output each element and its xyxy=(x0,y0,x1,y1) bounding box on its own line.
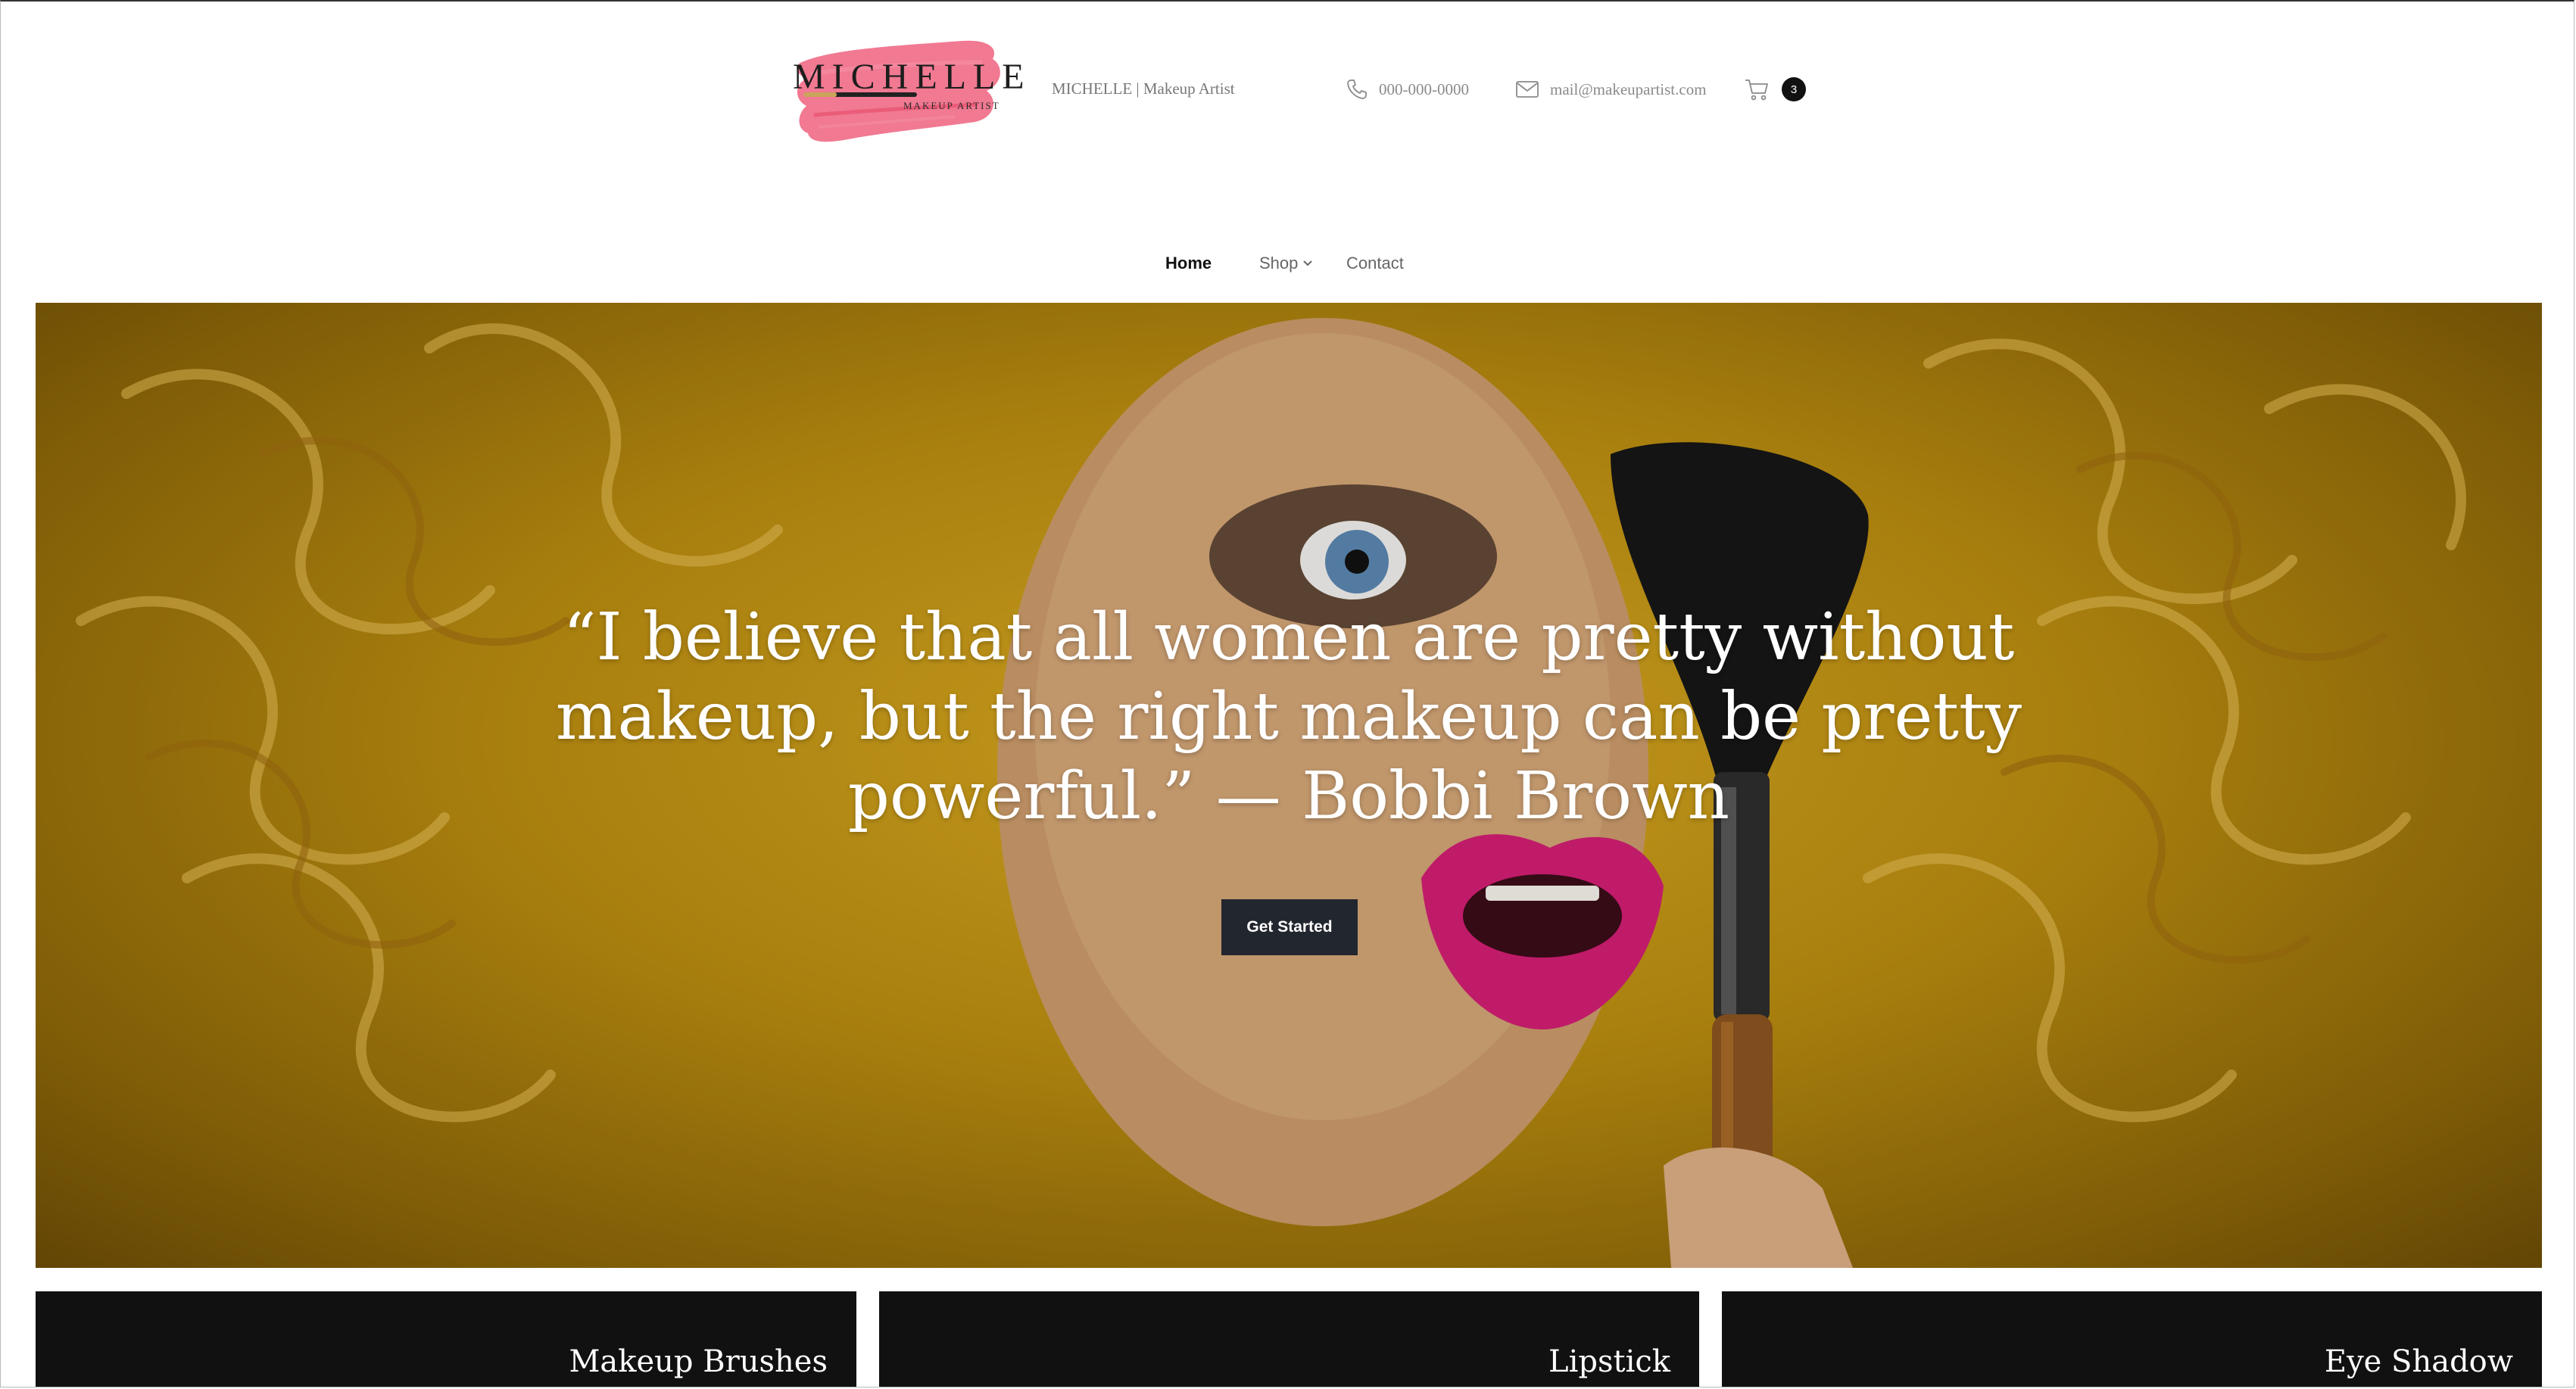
category-card-title: Eye Shadow xyxy=(2324,1344,2513,1379)
nav-item-home[interactable]: Home xyxy=(1165,248,1212,279)
nav-item-shop-label: Shop xyxy=(1259,254,1299,273)
cart-button[interactable]: 3 xyxy=(1744,74,1809,104)
hero-banner: “I believe that all women are pretty wit… xyxy=(36,303,2542,1268)
mail-icon xyxy=(1515,79,1539,99)
category-card-title: Lipstick xyxy=(1548,1344,1670,1379)
chevron-down-icon xyxy=(1303,260,1313,266)
category-card-eye-shadow[interactable]: Eye Shadow xyxy=(1722,1291,2542,1387)
phone-icon xyxy=(1346,78,1368,101)
nav-item-contact[interactable]: Contact xyxy=(1346,248,1404,279)
contact-phone[interactable]: 000-000-0000 xyxy=(1346,74,1469,104)
logo-title: MICHELLE xyxy=(793,57,1031,97)
cart-icon xyxy=(1745,79,1768,101)
logo-subtitle: MAKEUP ARTIST xyxy=(903,100,1000,111)
site-tagline: MICHELLE | Makeup Artist xyxy=(1052,79,1235,98)
email-address: mail@makeupartist.com xyxy=(1550,79,1707,98)
cart-count-badge: 3 xyxy=(1782,77,1806,101)
main-nav: Home Shop Contact xyxy=(1,248,2574,279)
category-card-lipstick[interactable]: Lipstick xyxy=(879,1291,1699,1387)
phone-number: 000-000-0000 xyxy=(1379,79,1469,98)
nav-item-shop[interactable]: Shop xyxy=(1259,248,1313,279)
site-logo[interactable]: MICHELLE MAKEUP ARTIST xyxy=(788,32,1024,153)
page: MICHELLE MAKEUP ARTIST MICHELLE | Makeup… xyxy=(0,0,2574,1387)
hero-quote: “I believe that all women are pretty wit… xyxy=(555,600,2022,834)
get-started-button[interactable]: Get Started xyxy=(1221,899,1358,955)
category-card-makeup-brushes[interactable]: Makeup Brushes xyxy=(36,1291,856,1387)
category-card-title: Makeup Brushes xyxy=(569,1344,828,1379)
contact-email[interactable]: mail@makeupartist.com xyxy=(1515,74,1707,104)
